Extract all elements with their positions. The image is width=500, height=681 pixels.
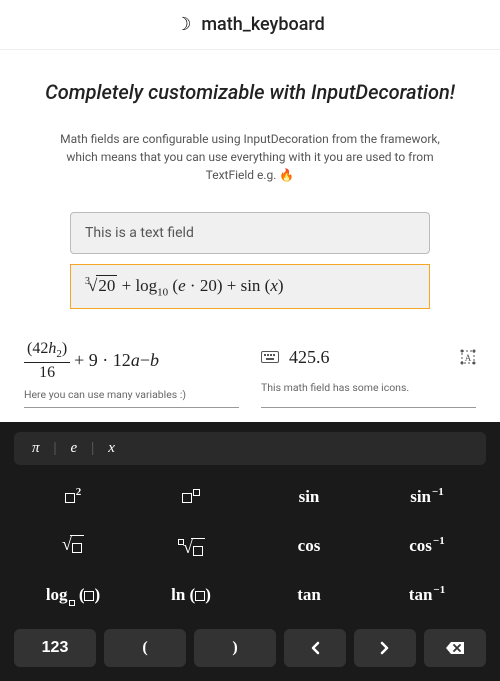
key-left[interactable] <box>284 629 346 667</box>
key-atan[interactable]: tan−1 <box>409 585 445 605</box>
bounding-box-icon[interactable]: A <box>460 349 476 365</box>
key-pi[interactable]: π <box>32 440 40 457</box>
key-asin[interactable]: sin−1 <box>410 487 444 507</box>
key-square[interactable]: 2 <box>65 487 82 507</box>
constants-row: π | e | x <box>14 432 486 465</box>
key-right[interactable] <box>354 629 416 667</box>
key-sqrt[interactable]: √ <box>62 535 84 557</box>
key-power[interactable] <box>182 487 200 507</box>
app-title: math_keyboard <box>201 14 324 35</box>
page-headline: Completely customizable with InputDecora… <box>24 80 476 104</box>
function-keys: 2 sin sin−1 √ √ cos cos−1 log () ln () t… <box>14 481 486 621</box>
text-field[interactable]: This is a text field <box>70 212 430 254</box>
radicand: 20 <box>96 275 117 296</box>
key-nroot[interactable]: √ <box>177 532 205 560</box>
content-area: Completely customizable with InputDecora… <box>0 50 500 422</box>
key-numbers[interactable]: 123 <box>14 629 96 667</box>
fraction: (42h2) 16 <box>24 339 70 382</box>
key-sin[interactable]: sin <box>299 487 320 507</box>
key-log[interactable]: log () <box>46 585 100 605</box>
radical-index: 3 <box>85 276 90 287</box>
key-rparen[interactable]: ) <box>194 629 276 667</box>
field-group: This is a text field 3√20 + log10 (e · 2… <box>24 212 476 309</box>
key-e[interactable]: e <box>71 440 78 457</box>
key-backspace[interactable] <box>424 629 486 667</box>
bottom-row: 123 ( ) <box>14 629 486 667</box>
page-description: Math fields are configurable using Input… <box>50 130 450 184</box>
key-acos[interactable]: cos−1 <box>409 536 444 556</box>
helper-text-right: This math field has some icons. <box>261 381 476 394</box>
moon-icon: ☽ <box>175 14 191 35</box>
key-cos[interactable]: cos <box>298 536 321 556</box>
key-lparen[interactable]: ( <box>104 629 186 667</box>
math-field-main[interactable]: 3√20 + log10 (e · 20) + sin (x) <box>70 264 430 309</box>
key-ln[interactable]: ln () <box>171 585 211 605</box>
math-keyboard: π | e | x 2 sin sin−1 √ √ cos cos−1 log … <box>0 422 500 681</box>
fields-row-2: (42h2) 16 + 9 · 12a − b Here you can use… <box>24 339 476 408</box>
app-header: ☽ math_keyboard <box>0 0 500 50</box>
math-field-icons[interactable]: 425.6 A This math field has some icons. <box>261 339 476 408</box>
key-x[interactable]: x <box>108 440 115 457</box>
svg-text:A: A <box>465 353 472 363</box>
value: 425.6 <box>289 347 450 368</box>
math-field-variables[interactable]: (42h2) 16 + 9 · 12a − b Here you can use… <box>24 339 239 408</box>
key-tan[interactable]: tan <box>297 585 321 605</box>
helper-text-left: Here you can use many variables :) <box>24 388 239 401</box>
keyboard-icon[interactable] <box>261 351 279 363</box>
